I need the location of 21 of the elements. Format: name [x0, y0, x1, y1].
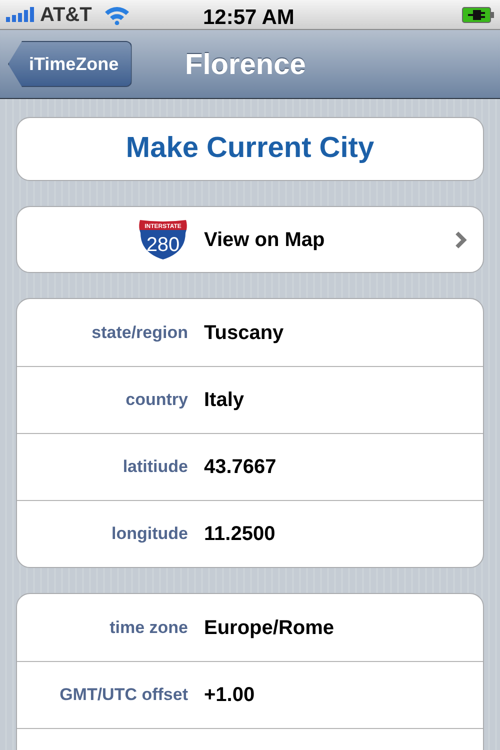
field-label: longitude — [110, 523, 188, 546]
field-label: time zone — [108, 616, 188, 639]
field-label: latitiude — [122, 456, 188, 478]
field-value: Europe/Rome — [204, 616, 334, 640]
carrier-name: AT&T — [40, 2, 92, 28]
wifi-icon — [104, 4, 130, 24]
field-label: country — [124, 389, 188, 412]
chevron-icon — [455, 230, 467, 248]
signal-icon — [6, 6, 36, 22]
field-value: 11.2500 — [204, 522, 276, 547]
back-button[interactable]: iTimeZone — [8, 41, 132, 87]
field-value: +1.00 — [204, 683, 255, 708]
field-value: Tuscany — [204, 320, 284, 346]
field-value: Italy — [204, 388, 244, 413]
field-value: 43.7667 — [204, 455, 276, 480]
clock-time: 12:57 AM — [203, 5, 294, 31]
field-label: state/region — [90, 322, 188, 344]
battery-icon — [462, 6, 494, 22]
make-current-city-button[interactable]: Make Current City — [16, 117, 484, 181]
field-label: GMT/UTC offset — [58, 684, 188, 706]
screen-title: Florence — [185, 48, 306, 83]
